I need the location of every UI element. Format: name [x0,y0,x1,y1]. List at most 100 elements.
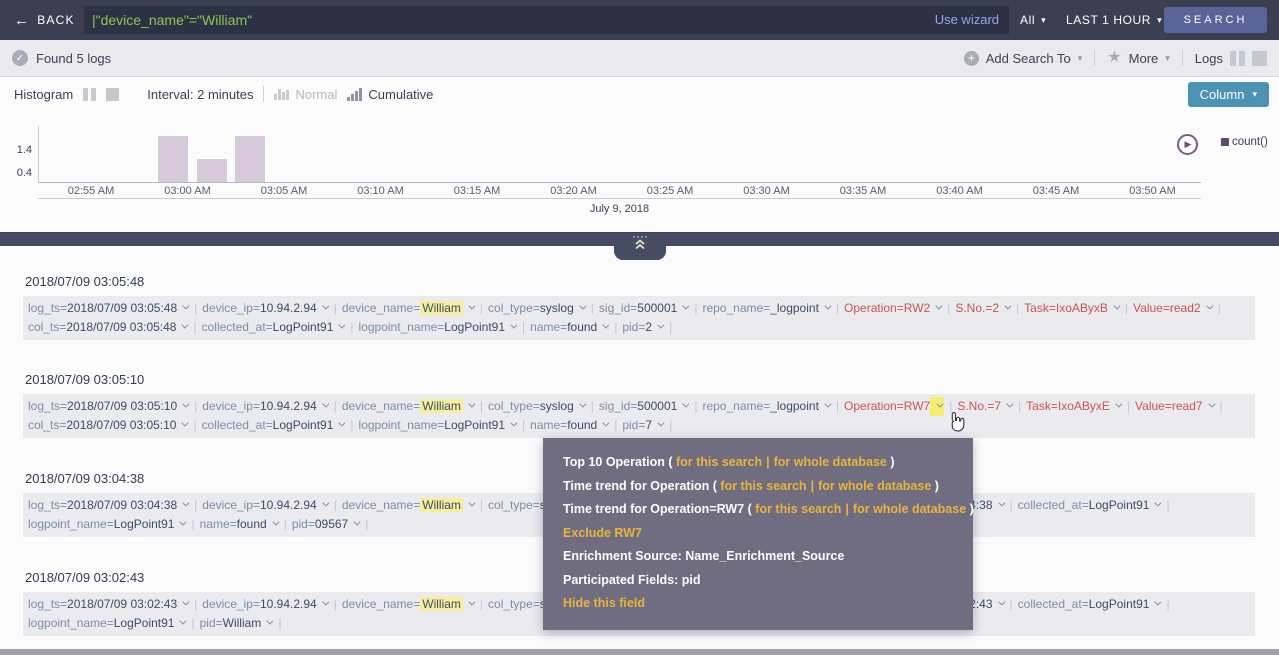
field-dropdown-button[interactable] [174,614,186,633]
field-dropdown-button[interactable] [1108,299,1120,318]
log-field-logpoint_name[interactable]: logpoint_name=LogPoint91 [359,418,517,432]
log-field-col_type[interactable]: col_type=syslog [488,301,586,315]
log-field-device_name[interactable]: device_name=William [342,399,475,413]
for-this-search-link[interactable]: for this search [676,455,762,469]
add-search-to-button[interactable]: + Add Search To ▾ [964,51,1083,66]
for-this-search-link[interactable]: for this search [720,479,806,493]
log-field-Task[interactable]: Task=IxoAByxB [1024,301,1120,315]
menu-action-exclude-rw7[interactable]: Exclude RW7 [563,526,642,540]
back-button[interactable]: ← BACK [14,0,75,40]
field-dropdown-button[interactable] [174,515,186,534]
context-menu-row[interactable]: Exclude RW7 [563,522,953,546]
split-columns-view-icon[interactable] [1230,51,1245,66]
log-field-pid[interactable]: pid=09567 [292,517,360,531]
field-dropdown-button[interactable] [677,299,689,318]
log-field-Operation[interactable]: Operation=RW7 [844,399,944,413]
log-field-device_name[interactable]: device_name=William [342,301,475,315]
field-dropdown-button[interactable] [652,416,664,435]
log-field-log_ts[interactable]: log_ts=2018/07/09 03:04:38 [28,498,189,512]
log-field-sig_id[interactable]: sig_id=500001 [599,399,689,413]
field-dropdown-button[interactable] [317,595,329,614]
histogram-bar[interactable] [197,159,227,182]
field-dropdown-button[interactable] [999,299,1011,318]
field-dropdown-button[interactable] [333,416,345,435]
field-dropdown-button[interactable] [348,515,360,534]
log-field-collected_at[interactable]: collected_at=LogPoint91 [202,320,346,334]
use-wizard-link[interactable]: Use wizard [935,6,999,34]
field-dropdown-button[interactable] [463,299,475,318]
field-dropdown-button[interactable] [1149,595,1161,614]
repo-scope-select[interactable]: All ▾ [1020,0,1046,40]
field-dropdown-button[interactable] [317,496,329,515]
field-dropdown-button[interactable] [993,496,1005,515]
play-button[interactable]: ▶ [1177,134,1198,155]
field-dropdown-button[interactable] [505,416,517,435]
for-whole-database-link[interactable]: for whole database [774,455,887,469]
field-dropdown-button[interactable] [333,318,345,337]
log-field-collected_at[interactable]: collected_at=LogPoint91 [202,418,346,432]
field-dropdown-button[interactable] [574,299,586,318]
log-field-repo_name[interactable]: repo_name=_logpoint [702,301,830,315]
field-dropdown-button[interactable] [819,299,831,318]
x-axis-strip[interactable] [38,182,1201,199]
field-dropdown-button[interactable] [597,416,609,435]
log-field-device_name[interactable]: device_name=William [342,498,475,512]
field-dropdown-button[interactable] [1001,397,1013,416]
field-dropdown-button[interactable] [177,397,189,416]
field-dropdown-button[interactable] [597,318,609,337]
log-field-pid[interactable]: pid=7 [622,418,664,432]
log-field-device_ip[interactable]: device_ip=10.94.2.94 [202,498,328,512]
field-dropdown-button[interactable] [317,397,329,416]
field-dropdown-button[interactable] [463,397,475,416]
field-dropdown-button[interactable] [463,496,475,515]
field-dropdown-button[interactable] [177,299,189,318]
log-field-pid[interactable]: pid=2 [622,320,664,334]
time-range-select[interactable]: LAST 1 HOUR ▾ [1066,0,1162,40]
field-dropdown-button[interactable] [652,318,664,337]
single-column-view-icon[interactable] [1252,51,1267,66]
context-menu-row[interactable]: Time trend for Operation ( for this sear… [563,475,953,499]
field-dropdown-button[interactable] [505,318,517,337]
log-field-logpoint_name[interactable]: logpoint_name=LogPoint91 [359,320,517,334]
field-dropdown-button[interactable] [176,416,188,435]
field-dropdown-button[interactable] [819,397,831,416]
field-dropdown-button[interactable] [1203,397,1215,416]
log-field-Task[interactable]: Task=IxoAByxE [1026,399,1122,413]
more-button[interactable]: ★ More ▾ [1107,50,1170,66]
field-dropdown-button[interactable] [261,614,273,633]
search-button[interactable]: SEARCH [1164,7,1267,33]
field-dropdown-button[interactable] [930,397,944,416]
log-field-col_type[interactable]: col_type=syslog [488,399,586,413]
for-whole-database-link[interactable]: for whole database [853,502,966,516]
split-chart-view-icon[interactable] [83,88,96,101]
column-dropdown-button[interactable]: Column ▾ [1188,82,1269,107]
log-field-device_name[interactable]: device_name=William [342,597,475,611]
log-field-pid[interactable]: pid=William [200,616,274,630]
log-field-name[interactable]: name=found [530,418,609,432]
log-field-Operation[interactable]: Operation=RW2 [844,301,942,315]
field-dropdown-button[interactable] [176,318,188,337]
log-field-logpoint_name[interactable]: logpoint_name=LogPoint91 [28,517,186,531]
field-dropdown-button[interactable] [1201,299,1213,318]
search-query-input[interactable] [84,6,1009,34]
log-field-log_ts[interactable]: log_ts=2018/07/09 03:05:48 [28,301,189,315]
menu-action-hide-this-field[interactable]: Hide this field [563,596,645,610]
log-field-name[interactable]: name=found [530,320,609,334]
log-field-collected_at[interactable]: collected_at=LogPoint91 [1018,498,1162,512]
log-field-repo_name[interactable]: repo_name=_logpoint [702,399,830,413]
context-menu-row[interactable]: Time trend for Operation=RW7 ( for this … [563,498,953,522]
log-field-device_ip[interactable]: device_ip=10.94.2.94 [202,399,328,413]
cumulative-mode-toggle[interactable]: Cumulative [347,87,433,102]
log-field-col_ts[interactable]: col_ts=2018/07/09 03:05:48 [28,320,188,334]
context-menu-row[interactable]: Hide this field [563,592,953,616]
field-dropdown-button[interactable] [177,595,189,614]
log-field-Value[interactable]: Value=read2 [1133,301,1213,315]
context-menu-row[interactable]: Top 10 Operation ( for this search|for w… [563,451,953,475]
log-field-collected_at[interactable]: collected_at=LogPoint91 [1018,597,1162,611]
field-dropdown-button[interactable] [677,397,689,416]
log-field-name[interactable]: name=found [200,517,279,531]
log-field-S.No.[interactable]: S.No.=2 [955,301,1011,315]
field-dropdown-button[interactable] [463,595,475,614]
field-dropdown-button[interactable] [267,515,279,534]
field-dropdown-button[interactable] [1149,496,1161,515]
